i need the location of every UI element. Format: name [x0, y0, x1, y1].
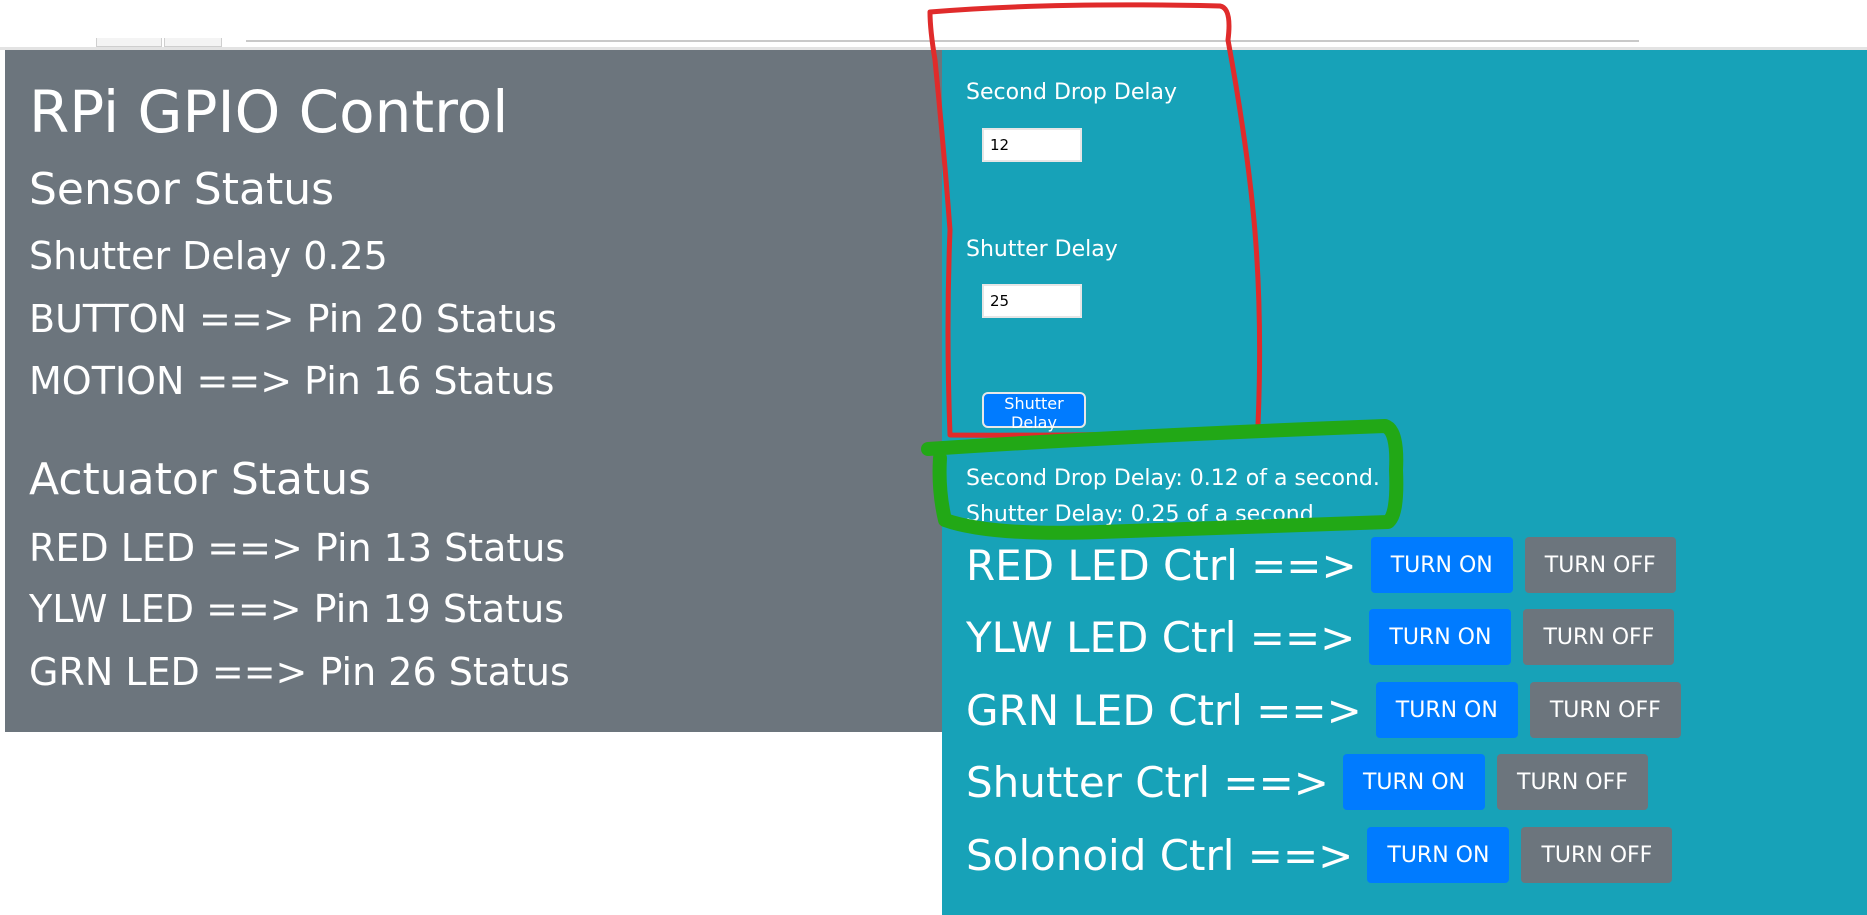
shutter-control-row: Shutter Ctrl ==> TURN ON TURN OFF: [966, 753, 1648, 811]
grn-led-pin-status: GRN LED ==> Pin 26 Status: [29, 650, 570, 694]
red-led-turn-off-button[interactable]: TURN OFF: [1524, 537, 1676, 593]
grn-led-control-label: GRN LED Ctrl ==>: [966, 685, 1362, 735]
browser-tab[interactable]: [164, 38, 222, 47]
button-pin-status: BUTTON ==> Pin 20 Status: [29, 297, 557, 341]
red-led-turn-on-button[interactable]: TURN ON: [1370, 537, 1513, 593]
solonoid-turn-on-button[interactable]: TURN ON: [1367, 827, 1510, 883]
shutter-delay-readout: Shutter Delay 0.25: [29, 234, 388, 278]
red-led-control-row: RED LED Ctrl ==> TURN ON TURN OFF: [966, 536, 1676, 594]
red-led-pin-status: RED LED ==> Pin 13 Status: [29, 526, 566, 570]
toolbar-divider: [246, 40, 1639, 42]
browser-tab[interactable]: [96, 38, 162, 47]
solonoid-control-label: Solonoid Ctrl ==>: [966, 830, 1354, 880]
solonoid-control-row: Solonoid Ctrl ==> TURN ON TURN OFF: [966, 826, 1673, 884]
ylw-led-control-row: YLW LED Ctrl ==> TURN ON TURN OFF: [966, 608, 1675, 666]
shutter-turn-on-button[interactable]: TURN ON: [1342, 754, 1486, 810]
shutter-delay-input[interactable]: [982, 284, 1082, 318]
ylw-led-control-label: YLW LED Ctrl ==>: [966, 612, 1356, 662]
second-drop-delay-input[interactable]: [982, 128, 1082, 162]
shutter-delay-label: Shutter Delay: [966, 237, 1118, 262]
page-title: RPi GPIO Control: [29, 78, 509, 146]
shutter-delay-submit-button[interactable]: Shutter Delay: [982, 392, 1086, 432]
sensor-status-heading: Sensor Status: [29, 164, 335, 215]
shutter-turn-off-button[interactable]: TURN OFF: [1497, 754, 1648, 810]
solonoid-turn-off-button[interactable]: TURN OFF: [1521, 827, 1673, 883]
browser-top-bar: [0, 0, 1867, 50]
motion-pin-status: MOTION ==> Pin 16 Status: [29, 359, 555, 403]
ylw-led-turn-on-button[interactable]: TURN ON: [1369, 609, 1512, 665]
actuator-status-heading: Actuator Status: [29, 454, 372, 505]
sensor-status-panel: RPi GPIO Control Sensor Status Shutter D…: [5, 50, 942, 732]
grn-led-turn-on-button[interactable]: TURN ON: [1375, 682, 1518, 738]
grn-led-turn-off-button[interactable]: TURN OFF: [1529, 682, 1681, 738]
control-panel: Second Drop Delay Shutter Delay Shutter …: [942, 50, 1867, 915]
second-drop-delay-info: Second Drop Delay: 0.12 of a second.: [966, 466, 1380, 491]
shutter-delay-info: Shutter Delay: 0.25 of a second.: [966, 502, 1321, 527]
red-led-control-label: RED LED Ctrl ==>: [966, 540, 1357, 590]
ylw-led-turn-off-button[interactable]: TURN OFF: [1523, 609, 1675, 665]
second-drop-delay-label: Second Drop Delay: [966, 80, 1177, 105]
ylw-led-pin-status: YLW LED ==> Pin 19 Status: [29, 587, 564, 631]
shutter-control-label: Shutter Ctrl ==>: [966, 757, 1329, 807]
grn-led-control-row: GRN LED Ctrl ==> TURN ON TURN OFF: [966, 681, 1681, 739]
